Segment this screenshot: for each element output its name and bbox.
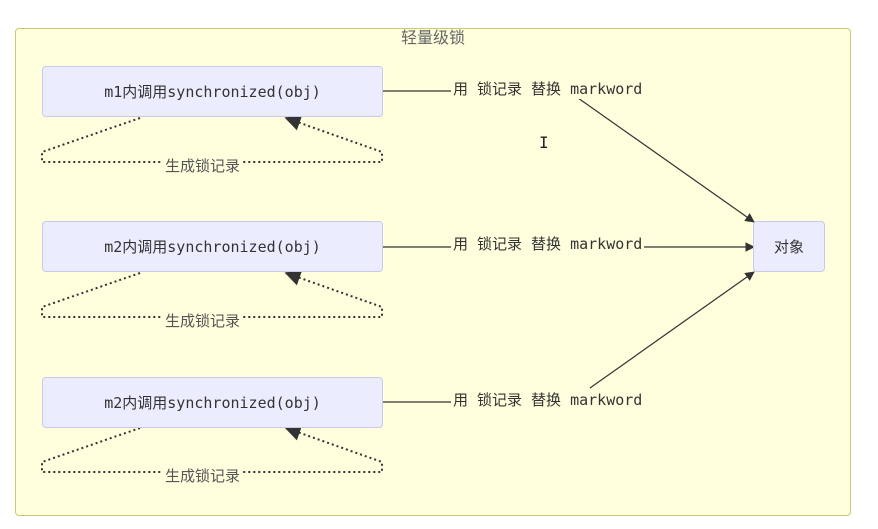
node-object[interactable]: 对象 <box>753 221 825 272</box>
edge-label-m2-first: 用 锁记录 替换 markword <box>451 234 645 254</box>
loop-label-m2-first: 生成锁记录 <box>163 311 243 331</box>
edge-m2b-to-object <box>382 272 754 403</box>
loop-label-m2-second: 生成锁记录 <box>163 466 243 486</box>
node-m2-first[interactable]: m2内调用synchronized(obj) <box>42 221 383 272</box>
node-m2-second[interactable]: m2内调用synchronized(obj) <box>42 377 383 428</box>
edge-label-m1: 用 锁记录 替换 markword <box>451 79 645 99</box>
edge-m1-to-object <box>382 90 754 222</box>
node-m1[interactable]: m1内调用synchronized(obj) <box>42 66 383 117</box>
text-cursor-icon: I <box>539 133 549 152</box>
edge-label-m2-second: 用 锁记录 替换 markword <box>451 390 645 410</box>
loop-label-m1: 生成锁记录 <box>163 156 243 176</box>
